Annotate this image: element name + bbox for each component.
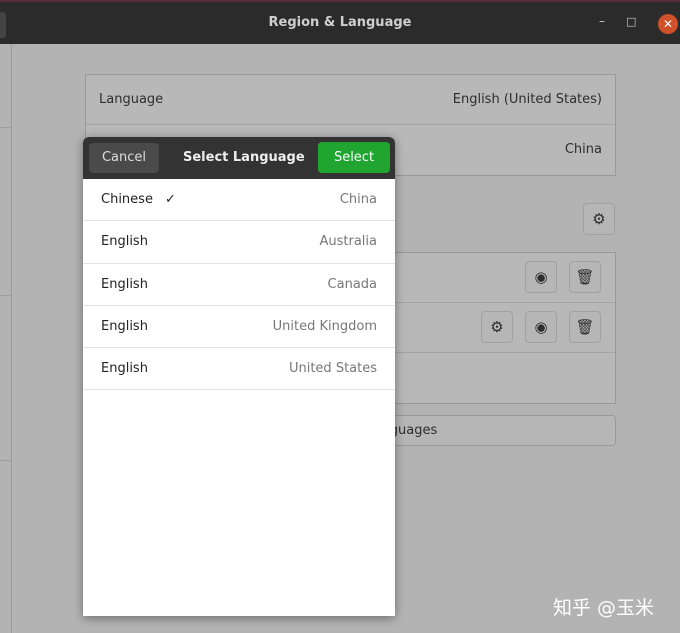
sidebar	[0, 44, 12, 633]
select-language-dialog: Cancel Select Language Select Chinese ✓ Ch…	[83, 137, 395, 616]
region-name: Australia	[319, 234, 377, 250]
input-options-gear-button[interactable]: ⚙	[583, 203, 615, 235]
preview-button[interactable]: ◉	[525, 261, 557, 293]
region-name: United States	[288, 361, 377, 377]
language-value: English (United States)	[452, 92, 602, 107]
dialog-header: Cancel Select Language Select	[83, 137, 395, 179]
cancel-button[interactable]: Cancel	[89, 143, 159, 173]
language-name: English	[101, 276, 148, 292]
region-name: United Kingdom	[272, 318, 377, 334]
trash-icon: 🗑	[575, 318, 595, 336]
list-item[interactable]: English United Kingdom	[83, 306, 395, 349]
language-name: English	[101, 234, 148, 250]
list-item[interactable]: English Australia	[83, 221, 395, 264]
language-name: English	[101, 361, 148, 377]
watermark: 知乎 @玉米	[553, 597, 655, 619]
check-icon: ✓	[164, 192, 176, 207]
minimize-button[interactable]: –	[599, 14, 605, 28]
remove-button[interactable]: 🗑	[569, 311, 601, 343]
list-item[interactable]: Chinese ✓ China	[83, 179, 395, 222]
language-label: Language	[99, 92, 164, 107]
gear-icon: ⚙	[490, 318, 504, 336]
language-name: Chinese	[101, 192, 153, 207]
gear-icon: ⚙	[592, 210, 606, 228]
select-button[interactable]: Select	[318, 142, 390, 173]
region-name: Canada	[327, 276, 377, 292]
preview-button[interactable]: ◉	[525, 311, 557, 343]
language-row[interactable]: Language English (United States)	[86, 75, 615, 125]
remove-button[interactable]: 🗑	[569, 261, 601, 293]
close-button[interactable]: ✕	[658, 14, 678, 34]
trash-icon: 🗑	[575, 268, 595, 286]
list-item[interactable]: English Canada	[83, 264, 395, 306]
eye-icon: ◉	[534, 268, 548, 286]
window-title: Region & Language	[268, 15, 412, 30]
dialog-title: Select Language	[183, 150, 305, 165]
formats-value: China	[564, 142, 602, 157]
settings-button[interactable]: ⚙	[481, 311, 513, 343]
language-list: Chinese ✓ China English Australia English Ca…	[83, 179, 395, 391]
title-bar: Region & Language – □ ✕	[0, 0, 680, 44]
maximize-button[interactable]: □	[626, 15, 636, 28]
eye-icon: ◉	[534, 318, 548, 336]
list-item[interactable]: English United States	[83, 348, 395, 391]
region-name: China	[339, 192, 377, 207]
language-name: English	[101, 318, 148, 334]
